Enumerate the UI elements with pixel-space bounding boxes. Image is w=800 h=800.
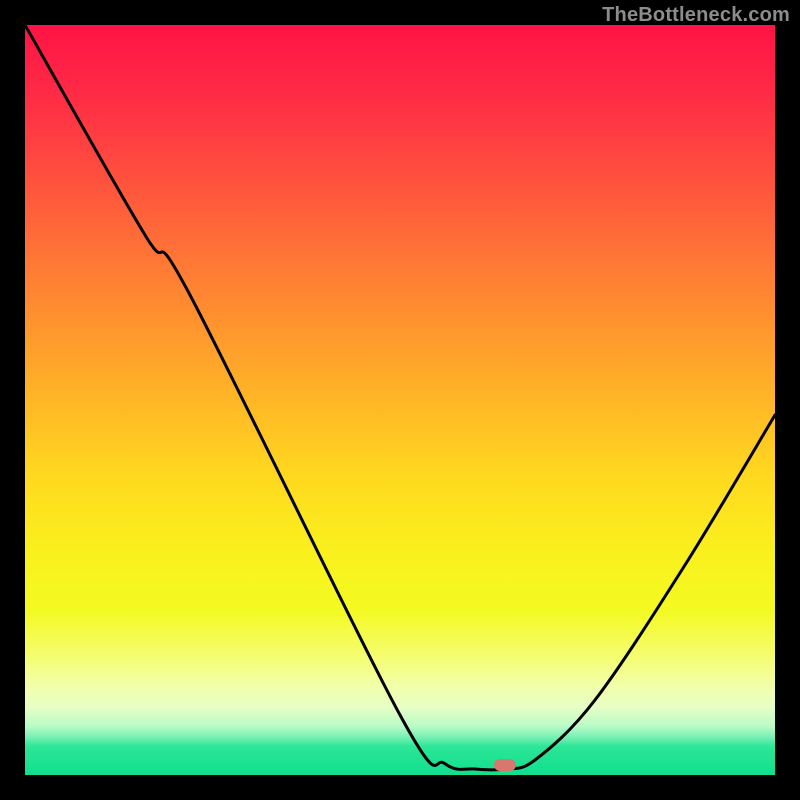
plot-area — [25, 25, 775, 775]
chart-stage: TheBottleneck.com — [0, 0, 800, 800]
watermark-text: TheBottleneck.com — [602, 4, 790, 27]
bottleneck-curve — [25, 25, 775, 770]
minimum-marker — [494, 759, 516, 771]
curve-svg — [25, 25, 775, 775]
